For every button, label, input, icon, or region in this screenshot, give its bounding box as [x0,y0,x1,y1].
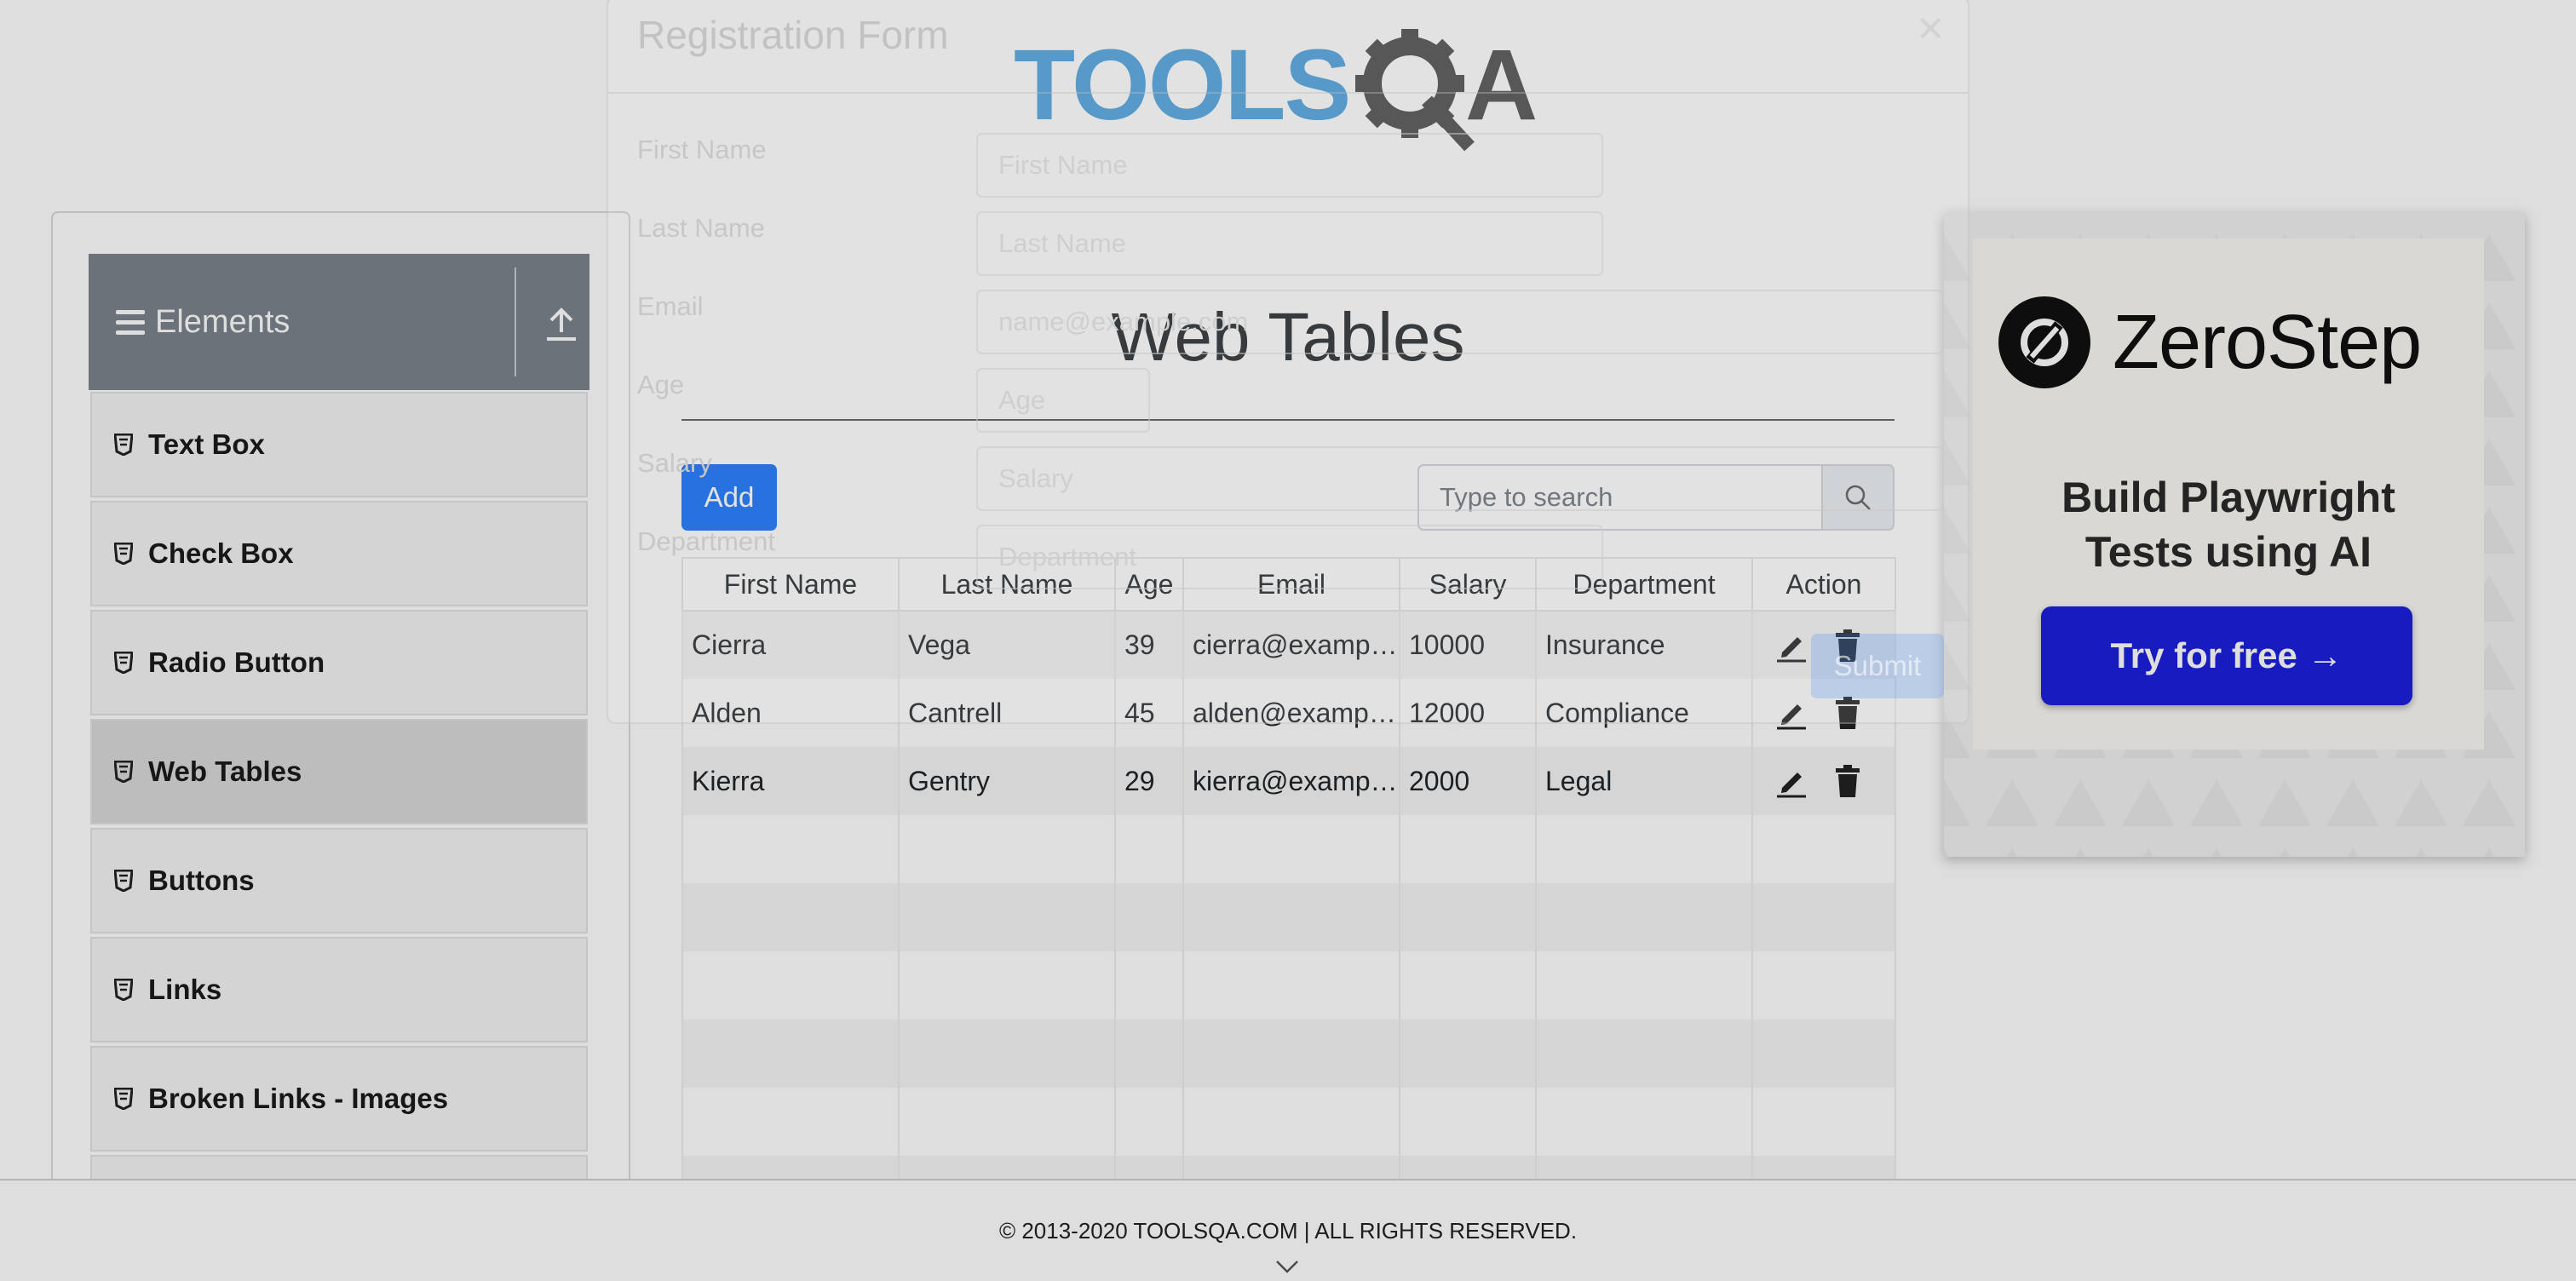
modal-title: Registration Form [637,13,949,57]
close-icon[interactable]: × [1917,2,1944,55]
age-label: Age [637,370,685,399]
modal-header-divider [608,92,1968,94]
department-label: Department [637,526,775,556]
last-name-input[interactable]: Last Name [976,211,1603,276]
department-input[interactable]: Department [976,525,1603,589]
registration-modal: Registration Form × First Name First Nam… [607,0,1969,724]
first-name-label: First Name [637,135,767,164]
first-name-input[interactable]: First Name [976,133,1603,198]
email-input[interactable]: name@example.com [976,290,1944,354]
salary-input[interactable]: Salary [976,446,1944,511]
salary-label: Salary [637,448,712,478]
submit-button[interactable]: Submit [1811,634,1944,698]
email-label: Email [637,291,704,321]
age-input[interactable]: Age [976,368,1150,433]
last-name-label: Last Name [637,213,765,243]
